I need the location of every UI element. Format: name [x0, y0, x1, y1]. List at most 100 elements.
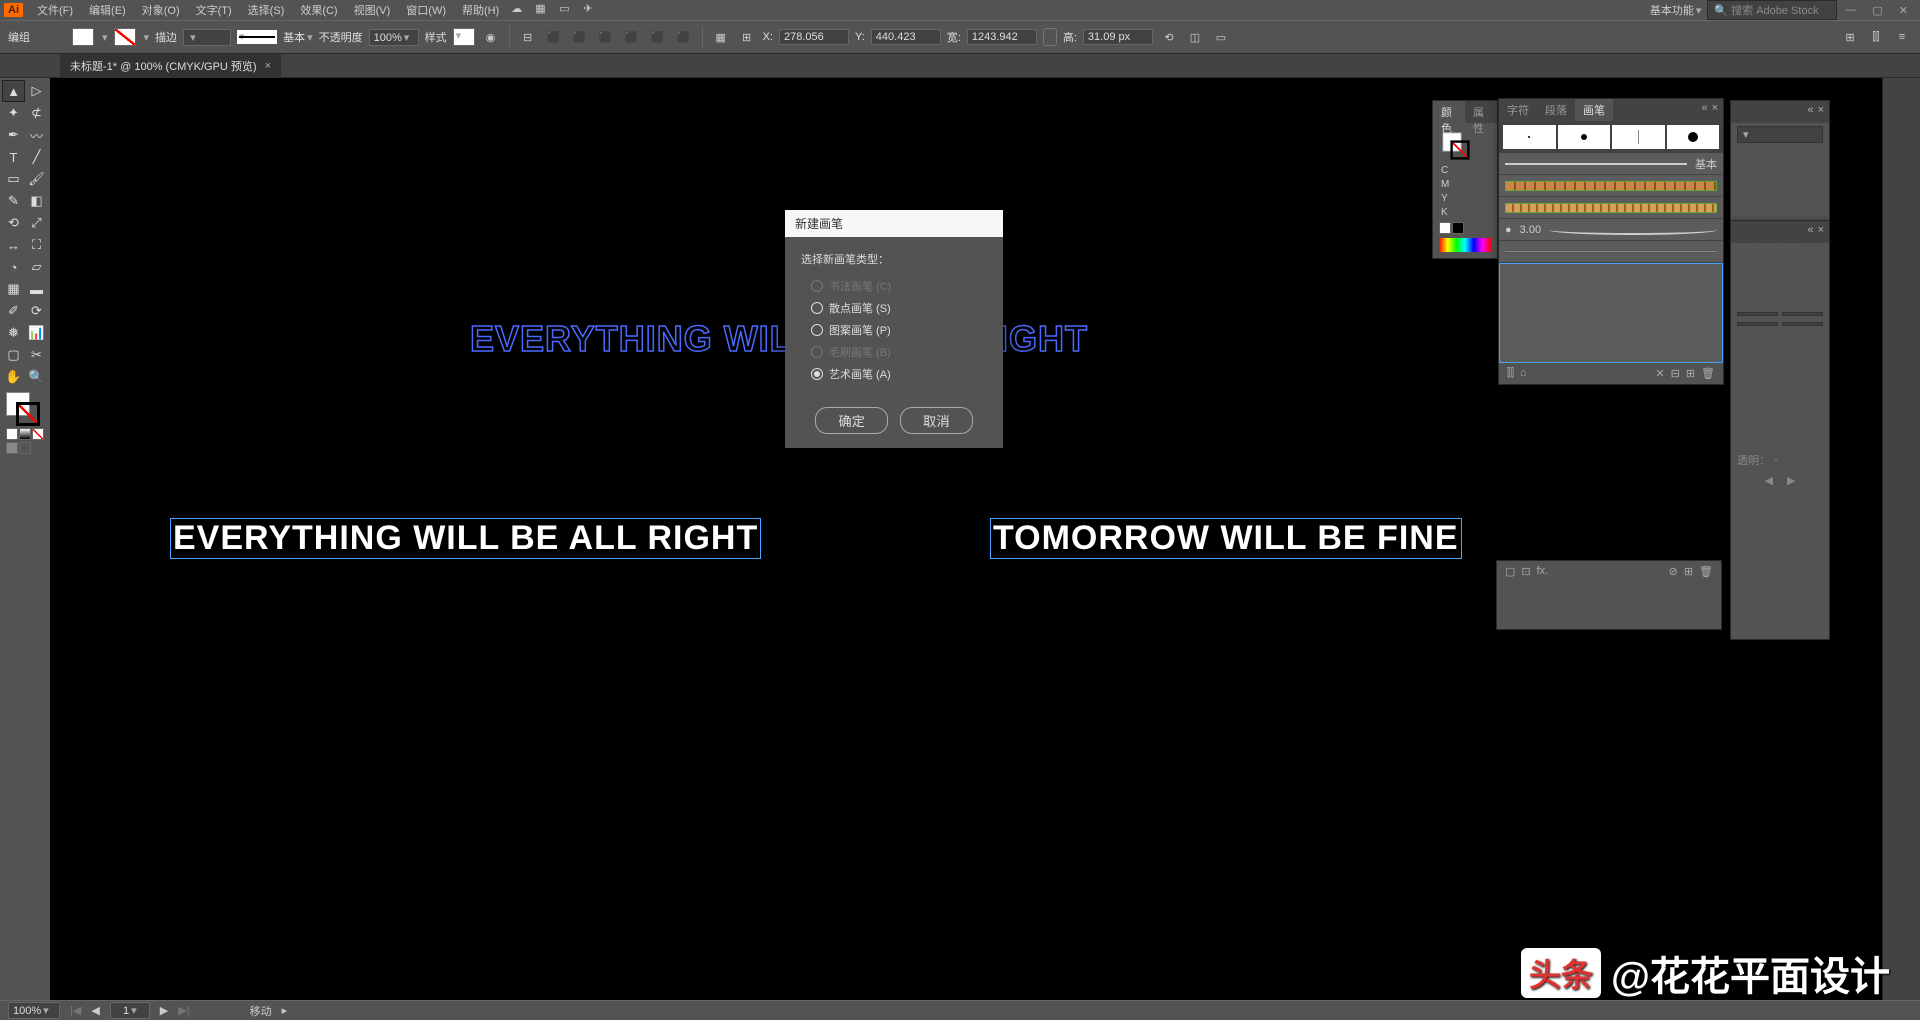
type-tool[interactable]: T [2, 146, 25, 168]
curvature-tool[interactable]: 〰 [25, 124, 48, 146]
color-picker[interactable] [2, 388, 48, 458]
align-right-icon[interactable]: ⬛ [596, 27, 616, 47]
char-close-icon[interactable]: × [1818, 104, 1824, 120]
style-swatch[interactable] [453, 28, 475, 46]
brush-options-icon[interactable]: ⊟ [1671, 367, 1680, 380]
maximize-icon[interactable]: ▢ [1864, 4, 1890, 17]
graph-tool[interactable]: 📊 [25, 322, 48, 344]
brush-list-area[interactable] [1499, 263, 1723, 363]
align-vcenter-icon[interactable]: ⬛ [648, 27, 668, 47]
spectrum-picker[interactable] [1439, 238, 1491, 252]
tp-icon-g[interactable] [1737, 290, 1755, 306]
align-top-icon[interactable]: ⬛ [622, 27, 642, 47]
brush-pattern-row[interactable] [1499, 175, 1723, 197]
layer-dup-icon[interactable]: ⊞ [1684, 565, 1693, 578]
mask-icon[interactable]: ▭ [1211, 27, 1231, 47]
brush-new-icon[interactable]: ⊞ [1686, 367, 1695, 380]
brush-delete-icon[interactable]: 🗑 [1701, 367, 1715, 380]
radio-pattern[interactable]: 图案画笔 (P) [801, 319, 987, 341]
send-icon[interactable]: ✈ [583, 2, 599, 18]
color-mode-gradient[interactable] [19, 428, 31, 440]
char-tab[interactable]: 字符 [1499, 99, 1537, 121]
mesh-tool[interactable]: ▦ [2, 278, 25, 300]
pen-tool[interactable]: ✒ [2, 124, 25, 146]
menu-type[interactable]: 文字(T) [188, 2, 240, 18]
fill-dropdown[interactable] [100, 31, 108, 44]
slice-tool[interactable]: ✂ [25, 344, 48, 366]
align-bottom-icon[interactable]: ⬛ [674, 27, 694, 47]
magic-wand-tool[interactable]: ✦ [2, 102, 25, 124]
tp-icon-h[interactable] [1759, 290, 1777, 306]
layer-vis-icon[interactable]: ▢ [1505, 565, 1515, 578]
artwork-text-solid-left[interactable]: EVERYTHING WILL BE ALL RIGHT [170, 518, 761, 559]
black-swatch[interactable] [1452, 222, 1464, 234]
menu-select[interactable]: 选择(S) [240, 2, 293, 18]
panel-collapse-icon[interactable]: « [1701, 102, 1707, 118]
shape-mode-icon[interactable]: ▦ [711, 27, 731, 47]
rotate-tool[interactable]: ⟲ [2, 212, 25, 234]
eraser-tool[interactable]: ◧ [25, 190, 48, 212]
char-icon-2[interactable] [1759, 149, 1777, 165]
color-mode-none[interactable] [32, 428, 44, 440]
paintbrush-tool[interactable]: 🖌 [25, 168, 48, 190]
brush-lib-menu-icon[interactable]: ⌂ [1520, 367, 1527, 380]
menu-effect[interactable]: 效果(C) [292, 2, 345, 18]
brush-stroke-row[interactable] [1499, 241, 1723, 263]
shaper-tool[interactable]: ✎ [2, 190, 25, 212]
brush-lib-icon[interactable]: ⫿⫿ [1507, 367, 1514, 380]
zoom-tool[interactable]: 🔍 [25, 366, 48, 388]
align-icon-1[interactable]: ⊟ [518, 27, 538, 47]
screen-mode-full[interactable] [19, 442, 31, 454]
nav-next-icon[interactable]: ▶ [1787, 474, 1795, 487]
panel-close-icon[interactable]: × [1712, 102, 1718, 118]
direct-selection-tool[interactable]: ▷ [25, 80, 48, 102]
tp-input-1[interactable] [1737, 312, 1778, 316]
brush-pattern-row-2[interactable] [1499, 197, 1723, 219]
nav-prev-icon[interactable]: ◀ [1765, 474, 1773, 487]
brush-basic-row[interactable]: 基本 [1499, 153, 1723, 175]
isolate-icon[interactable]: ◫ [1185, 27, 1205, 47]
hand-tool[interactable]: ✋ [2, 366, 25, 388]
status-menu-icon[interactable]: ▸ [282, 1004, 288, 1017]
tp-input-3[interactable] [1737, 322, 1778, 326]
prefs-icon[interactable]: ⫿⫿ [1866, 27, 1886, 47]
char-font-dropdown[interactable] [1737, 126, 1823, 143]
brush-preset-2[interactable] [1558, 125, 1611, 149]
arrange-icon[interactable]: ▭ [559, 2, 575, 18]
tp-icon-c[interactable] [1781, 246, 1799, 262]
brush-preset-1[interactable] [1503, 125, 1556, 149]
brush-size-row[interactable]: ● 3.00 [1499, 219, 1723, 241]
tp-input-4[interactable] [1782, 322, 1823, 326]
artboard-tool[interactable]: ▢ [2, 344, 25, 366]
tp-icon-f[interactable] [1781, 268, 1799, 284]
tp-close-icon[interactable]: × [1818, 224, 1824, 240]
menu-window[interactable]: 窗口(W) [398, 2, 454, 18]
align-left-icon[interactable]: ⬛ [544, 27, 564, 47]
opacity-input[interactable]: 100% [369, 29, 419, 46]
menu-file[interactable]: 文件(F) [29, 2, 81, 18]
lasso-tool[interactable]: ⊄ [25, 102, 48, 124]
scale-tool[interactable]: ⤢ [25, 212, 48, 234]
w-input[interactable]: 1243.942 [967, 29, 1037, 45]
tp-collapse-icon[interactable]: « [1807, 224, 1813, 240]
brush-remove-icon[interactable]: ✕ [1655, 367, 1664, 380]
artwork-text-solid-right[interactable]: TOMORROW WILL BE FINE [990, 518, 1462, 559]
link-wh-icon[interactable] [1043, 28, 1057, 46]
radio-scatter[interactable]: 散点画笔 (S) [801, 297, 987, 319]
symbol-sprayer-tool[interactable]: ❅ [2, 322, 25, 344]
rectangle-tool[interactable]: ▭ [2, 168, 25, 190]
tab-close-icon[interactable]: × [265, 60, 271, 72]
blend-tool[interactable]: ⟳ [25, 300, 48, 322]
stroke-color[interactable] [16, 402, 40, 426]
stroke-swatch[interactable] [114, 28, 136, 46]
h-input[interactable]: 31.09 px [1083, 29, 1153, 45]
recolor-icon[interactable]: ◉ [481, 27, 501, 47]
para-tab[interactable]: 段落 [1537, 99, 1575, 121]
artboard-input[interactable]: 1 [110, 1002, 150, 1019]
screen-mode-normal[interactable] [6, 442, 18, 454]
transform-icon[interactable]: ⟲ [1159, 27, 1179, 47]
align-hcenter-icon[interactable]: ⬛ [570, 27, 590, 47]
line-tool[interactable]: ╱ [25, 146, 48, 168]
brush-tab[interactable]: 画笔 [1575, 99, 1613, 121]
free-transform-tool[interactable]: ⛶ [25, 234, 48, 256]
